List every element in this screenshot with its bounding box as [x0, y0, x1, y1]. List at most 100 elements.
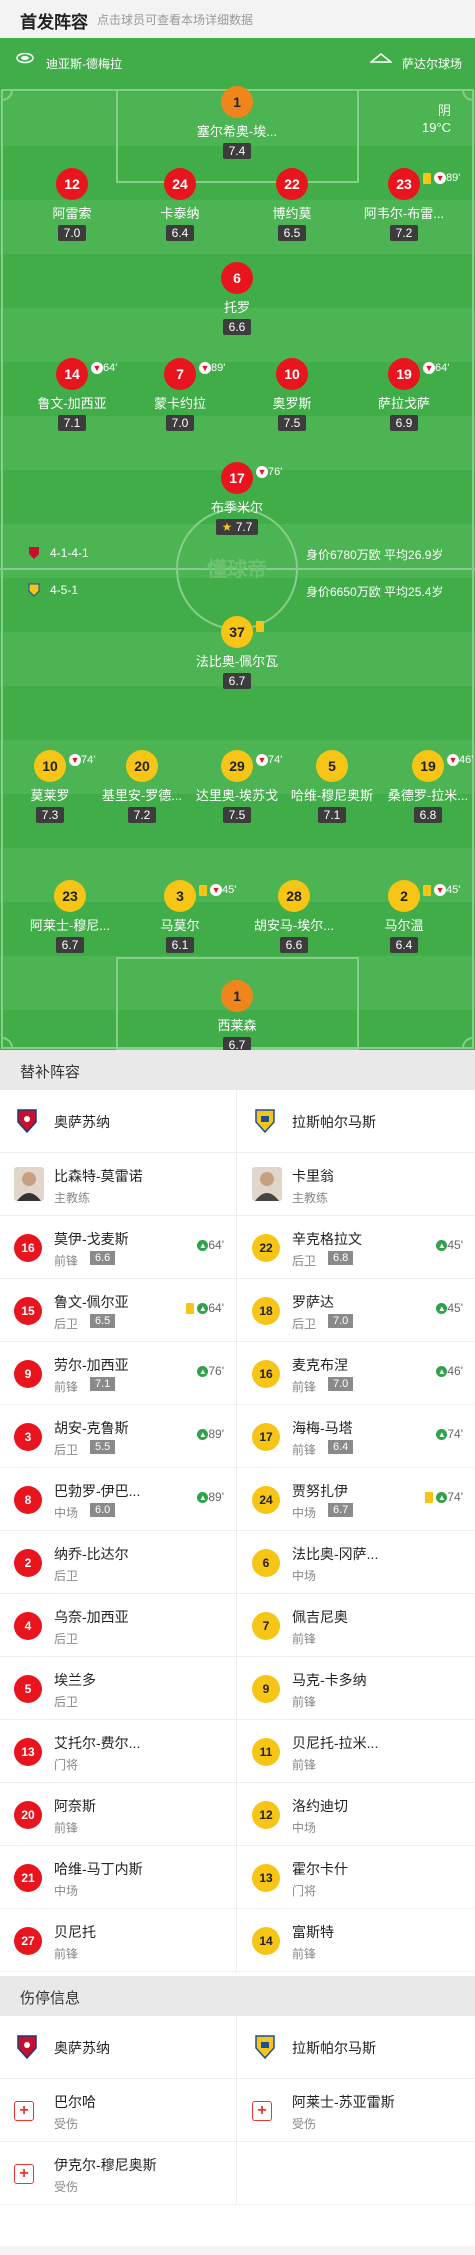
player-rating: 6.9	[389, 415, 419, 431]
sub-player-position: 中场	[54, 1506, 79, 1520]
sub-player-row[interactable]: 8 巴勃罗-伊巴... 中场 6.0 ▲ 89'	[0, 1468, 237, 1531]
home-coach-role: 主教练	[54, 1191, 91, 1205]
sub-player-name: 莫伊-戈麦斯	[54, 1231, 129, 1247]
sub-player-position: 后卫	[54, 1695, 79, 1709]
sub-out-icon: ▼	[423, 362, 435, 375]
sub-player-row[interactable]: 27 贝尼托 前锋	[0, 1909, 237, 1972]
pitch-player[interactable]: 2 ▼ 45' 马尔温 6.4	[349, 880, 461, 954]
injury-row[interactable]: + 伊克尔-穆尼奥斯 受伤	[0, 2142, 237, 2205]
home-coach-name: 比森特-莫雷诺	[54, 1168, 143, 1184]
player-rating: 7.2	[389, 225, 419, 241]
sub-player-row[interactable]: 14 富斯特 前锋	[238, 1909, 475, 1972]
pitch-player[interactable]: 19 ▼ 64' 萨拉戈萨 6.9	[349, 358, 459, 432]
pitch-player[interactable]: 7 ▼ 89' 蒙卡约拉 7.0	[125, 358, 235, 432]
pitch-player[interactable]: 5 哈维-穆尼奥斯 7.1	[277, 750, 387, 824]
pitch-player[interactable]: 1 西莱森 6.7	[182, 980, 292, 1050]
sub-player-name: 巴勃罗-伊巴...	[54, 1483, 141, 1499]
injury-home-team-row[interactable]: 奥萨苏纳	[0, 2016, 237, 2079]
home-value: 身价6780万欧 平均26.9岁	[306, 548, 444, 562]
home-formation: 4-1-4-1	[50, 546, 89, 560]
pitch-player[interactable]: 23 阿莱士-穆尼... 6.7	[15, 880, 125, 954]
pitch-player[interactable]: 14 ▼ 64' 鲁文-加西亚 7.1	[17, 358, 127, 432]
sub-player-row[interactable]: 24 贾努扎伊 中场 6.7 ▲ 74'	[238, 1468, 475, 1531]
sub-player-row[interactable]: 6 法比奥-冈萨... 中场	[238, 1531, 475, 1594]
sub-player-name: 胡安-克鲁斯	[54, 1420, 129, 1436]
injury-away-team-row[interactable]: 拉斯帕尔马斯	[238, 2016, 475, 2079]
player-name: 哈维-穆尼奥斯	[290, 788, 374, 803]
injury-row[interactable]: + 阿莱士-苏亚雷斯 受伤	[238, 2079, 475, 2142]
rating-value: 7.7	[235, 520, 253, 534]
sub-in-time: 74'	[447, 1490, 463, 1504]
pitch-player[interactable]: 10 奥罗斯 7.5	[237, 358, 347, 432]
pitch-player[interactable]: 12 阿雷索 7.0	[17, 168, 127, 242]
sub-player-row[interactable]: 11 贝尼托-拉米... 前锋	[238, 1720, 475, 1783]
sub-player-name: 乌奈-加西亚	[54, 1609, 129, 1625]
sub-player-position: 前锋	[292, 1443, 317, 1457]
sub-player-row[interactable]: 18 罗萨达 后卫 7.0 ▲ 45'	[238, 1279, 475, 1342]
sub-player-position: 后卫	[54, 1443, 79, 1457]
sub-player-position: 前锋	[54, 1254, 79, 1268]
player-name: 萨拉戈萨	[377, 396, 430, 411]
las-palmas-crest-icon	[255, 1109, 275, 1134]
sub-in-time: 64'	[208, 1238, 224, 1252]
sub-player-row[interactable]: 9 劳尔-加西亚 前锋 7.1 ▲ 76'	[0, 1342, 237, 1405]
sub-player-row[interactable]: 22 辛克格拉文 后卫 6.8 ▲ 45'	[238, 1216, 475, 1279]
pitch-player[interactable]: 17 ▼ 76' 布季米尔 ★ 7.7	[182, 462, 292, 536]
away-team-row[interactable]: 拉斯帕尔马斯	[238, 1090, 475, 1153]
sub-player-row[interactable]: 2 纳乔-比达尔 后卫	[0, 1531, 237, 1594]
pitch-player[interactable]: 28 胡安马-埃尔... 6.6	[239, 880, 349, 954]
sub-player-row[interactable]: 15 鲁文-佩尔亚 后卫 6.5 ▲ 64'	[0, 1279, 237, 1342]
player-rating: 7.0	[165, 415, 195, 431]
sub-player-name: 辛克格拉文	[292, 1231, 362, 1247]
sub-player-row[interactable]: 3 胡安-克鲁斯 后卫 5.5 ▲ 89'	[0, 1405, 237, 1468]
sub-player-position: 中场	[292, 1506, 317, 1520]
sub-player-row[interactable]: 16 莫伊-戈麦斯 前锋 6.6 ▲ 64'	[0, 1216, 237, 1279]
rating-value: 7.0	[63, 226, 81, 240]
pitch-player[interactable]: 3 ▼ 45' 马莫尔 6.1	[125, 880, 236, 954]
sub-in-time: 76'	[208, 1364, 224, 1378]
injury-row[interactable]: + 巴尔哈 受伤	[0, 2079, 237, 2142]
sub-player-row[interactable]: 13 艾托尔-费尔... 门将	[0, 1720, 237, 1783]
sub-player-row[interactable]: 7 佩吉尼奥 前锋	[238, 1594, 475, 1657]
pitch-player[interactable]: 1 塞尔希奥-埃... 7.4	[182, 86, 292, 160]
pitch-player[interactable]: 6 托罗 6.6	[182, 262, 292, 336]
pitch-player[interactable]: 29 ▼ 74' 达里奥-埃苏戈 7.5	[182, 750, 292, 824]
sub-player-row[interactable]: 13 霍尔卡什 门将	[238, 1846, 475, 1909]
sub-player-row[interactable]: 9 马克-卡多纳 前锋	[238, 1657, 475, 1720]
sub-player-row[interactable]: 4 乌奈-加西亚 后卫	[0, 1594, 237, 1657]
player-name: 托罗	[223, 300, 250, 315]
away-value: 身价6650万欧 平均25.4岁	[306, 585, 444, 599]
pitch-player[interactable]: 37 法比奥-佩尔瓦 6.7	[182, 616, 292, 690]
pitch-player[interactable]: 19 ▼ 46' 桑德罗-拉米... 6.8	[373, 750, 475, 824]
sub-player-name: 阿奈斯	[54, 1798, 96, 1814]
pitch-player[interactable]: 23 ▼ 89' 阿韦尔-布雷... 7.2	[349, 168, 460, 242]
player-number: 1	[221, 980, 253, 1012]
home-coach-row[interactable]: 比森特-莫雷诺 主教练	[0, 1153, 237, 1216]
player-number: 29	[221, 750, 253, 782]
sub-time: 45'	[446, 884, 461, 896]
home-team-row[interactable]: 奥萨苏纳	[0, 1090, 237, 1153]
player-rating: 6.1	[165, 937, 195, 953]
player-event: ▼ 64'	[423, 362, 449, 375]
sub-player-row[interactable]: 21 哈维-马丁内斯 中场	[0, 1846, 237, 1909]
player-rating: 7.3	[35, 807, 65, 823]
sub-out-icon: ▼	[91, 362, 103, 375]
pitch-player[interactable]: 22 博约莫 6.5	[237, 168, 347, 242]
sub-player-name: 海梅-马塔	[292, 1420, 353, 1436]
sub-player-row[interactable]: 20 阿奈斯 前锋	[0, 1783, 237, 1846]
away-coach-row[interactable]: 卡里翁 主教练	[238, 1153, 475, 1216]
sub-player-row[interactable]: 17 海梅-马塔 前锋 6.4 ▲ 74'	[238, 1405, 475, 1468]
sub-player-row[interactable]: 5 埃兰多 后卫	[0, 1657, 237, 1720]
sub-player-row[interactable]: 16 麦克布涅 前锋 7.0 ▲ 46'	[238, 1342, 475, 1405]
pitch-player[interactable]: 24 卡泰纳 6.4	[125, 168, 235, 242]
player-name: 马莫尔	[160, 918, 200, 933]
away-coach-role: 主教练	[292, 1191, 329, 1205]
pitch-player[interactable]: 20 基里安-罗德... 7.2	[87, 750, 197, 824]
player-number: 5	[316, 750, 348, 782]
sub-out-icon: ▼	[434, 884, 447, 897]
player-number: 14	[56, 358, 88, 390]
sub-in-event: ▲ 74'	[425, 1490, 463, 1504]
sub-player-row[interactable]: 12 洛约迪切 中场	[238, 1783, 475, 1846]
player-name: 奥罗斯	[272, 396, 312, 411]
sub-player-name: 麦克布涅	[292, 1357, 348, 1373]
